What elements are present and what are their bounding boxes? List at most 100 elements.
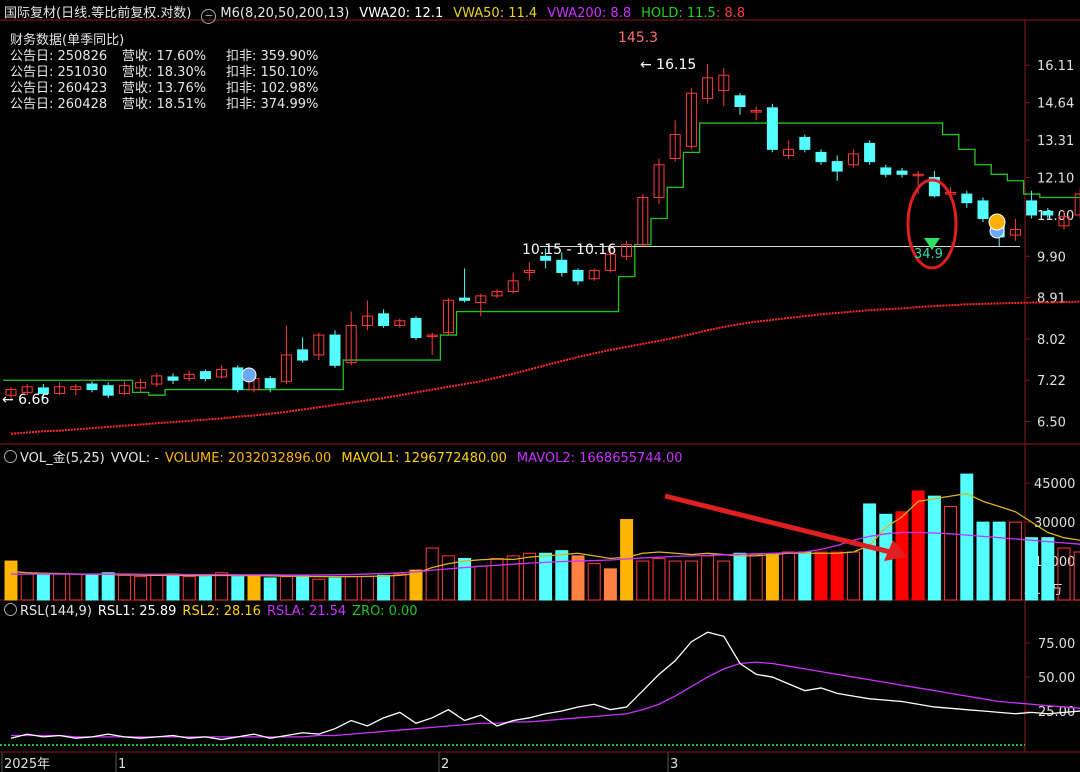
candle-body: [86, 383, 98, 391]
finance-date: 公告日: 251030: [10, 65, 108, 80]
volume-bar: [36, 573, 50, 601]
volume-bar: [846, 551, 860, 601]
stock-chart-canvas[interactable]: 16.1114.6413.3112.1011.009.908.918.027.2…: [0, 0, 1080, 772]
candle-body: [880, 167, 892, 175]
vwa200-line: [10, 300, 1080, 435]
finance-rev: 营收: 18.30%: [122, 65, 207, 80]
volume-bar: [85, 574, 99, 601]
volume-bar: [377, 574, 391, 601]
volume-bar: [328, 577, 342, 601]
volume-bar: [458, 557, 472, 601]
y-tick-label: 15000: [1034, 555, 1075, 570]
volume-bar: [4, 560, 18, 601]
volume-bar: [652, 557, 666, 601]
finance-profit: 扣非: 374.99%: [226, 97, 319, 112]
vwa200-label: VWA200: 8.8: [547, 6, 632, 21]
rsla-label: RSLA: 21.54: [266, 604, 347, 619]
volume-bar: [539, 552, 553, 601]
volume-bar: [182, 576, 196, 601]
hold-label: HOLD: 11.5: [641, 6, 716, 21]
volume-bar: [393, 573, 407, 601]
candle-body: [977, 200, 989, 220]
volume-bar: [863, 503, 877, 601]
volume-bar: [150, 574, 164, 601]
circle-minus-icon[interactable]: [4, 450, 17, 463]
volume-bar: [782, 551, 796, 601]
mavol2-label: MAVOL2: 1668655744.00: [516, 451, 683, 466]
rsl-name: RSL(144,9): [20, 604, 92, 619]
finance-row: 公告日: 260423 营收: 13.76% 扣非: 102.98%: [10, 81, 318, 97]
candle-body: [734, 95, 746, 107]
x-tick-label: 3: [670, 757, 678, 772]
volume-bar: [571, 555, 585, 601]
y-tick-label: 8.91: [1037, 292, 1066, 307]
rsl1-label: RSL1: 25.89: [97, 604, 177, 619]
volume-bar: [69, 573, 83, 601]
finance-row: 公告日: 251030 营收: 18.30% 扣非: 150.10%: [10, 65, 318, 81]
candle-body: [1042, 210, 1054, 216]
rsl2-label: RSL2: 28.16: [182, 604, 261, 619]
circle-minus-icon[interactable]: [4, 603, 17, 616]
volume-bar: [279, 576, 293, 601]
volume-bar: [344, 576, 358, 601]
volume-bar: [101, 572, 115, 601]
peak-count-label: 145.3: [618, 30, 658, 46]
volume-bar: [717, 560, 731, 601]
volume-bar: [830, 551, 844, 601]
finance-rev: 营收: 13.76%: [122, 81, 207, 96]
volume-label: VOLUME: 2032032896.00: [164, 451, 332, 466]
volume-bar: [425, 547, 439, 601]
candle-body: [410, 317, 422, 338]
up-chevron-icon: [988, 213, 1006, 231]
volume-bar: [360, 576, 374, 601]
y-tick-label: 8.02: [1037, 333, 1066, 348]
volume-bar: [587, 563, 601, 601]
main-panel-header: 国际复材(日线.等比前复权.对数) − M6(8,20,50,200,13) VWA2…: [4, 2, 755, 24]
candle-body: [232, 367, 244, 391]
candle-body: [167, 376, 179, 381]
finance-profit: 扣非: 102.98%: [226, 81, 319, 96]
volume-bar: [215, 572, 229, 601]
volume-bar: [992, 521, 1006, 601]
y-tick-label: 7.22: [1037, 374, 1066, 389]
volume-bar: [733, 552, 747, 601]
volume-bar: [1025, 537, 1039, 601]
vwa20-label: VWA20: 12.1: [359, 6, 444, 21]
volume-bar: [749, 554, 763, 601]
volume-bar: [312, 578, 326, 601]
finance-rev: 营收: 17.60%: [122, 49, 207, 64]
candle-body: [329, 334, 341, 366]
finance-row: 公告日: 260428 营收: 18.51% 扣非: 374.99%: [10, 97, 318, 113]
candle-body: [102, 385, 114, 396]
high-price-label: ← 16.15: [640, 57, 696, 73]
blue-dot-icon: [241, 367, 257, 383]
volume-bar: [263, 577, 277, 601]
candle-body: [297, 349, 309, 361]
candle-body: [831, 161, 843, 172]
y-tick-label: 30000: [1034, 516, 1075, 531]
candle-body: [264, 378, 276, 389]
volume-bar: [798, 551, 812, 601]
y-tick-label: 12.10: [1037, 172, 1074, 187]
vol-panel-header: VOL_金(5,25) VVOL: - VOLUME: 2032032896.00 M…: [4, 447, 693, 466]
volume-bar: [1041, 537, 1055, 601]
volume-bar: [668, 560, 682, 601]
finance-date: 公告日: 250826: [10, 49, 108, 64]
y-tick-label: 75.00: [1038, 637, 1075, 652]
rsl2-line: [11, 661, 1080, 738]
candle-body: [378, 313, 390, 326]
volume-bar: [911, 490, 925, 601]
vwa50-label: VWA50: 11.4: [453, 6, 538, 21]
hold2-label: : 8.8: [715, 6, 746, 21]
volume-bar: [117, 574, 131, 601]
volume-bar: [198, 576, 212, 601]
x-tick-label: 2: [441, 757, 449, 772]
y-tick-label: 9.90: [1037, 250, 1066, 265]
finance-row: 公告日: 250826 营收: 17.60% 扣非: 359.90%: [10, 49, 318, 65]
m6-label: M6(8,20,50,200,13): [220, 6, 350, 21]
y-tick-label: 16.11: [1037, 59, 1074, 74]
finance-date: 公告日: 260423: [10, 81, 108, 96]
volume-bar: [555, 550, 569, 601]
x-tick-label: 2025年: [4, 757, 50, 772]
volume-bar: [944, 506, 958, 601]
